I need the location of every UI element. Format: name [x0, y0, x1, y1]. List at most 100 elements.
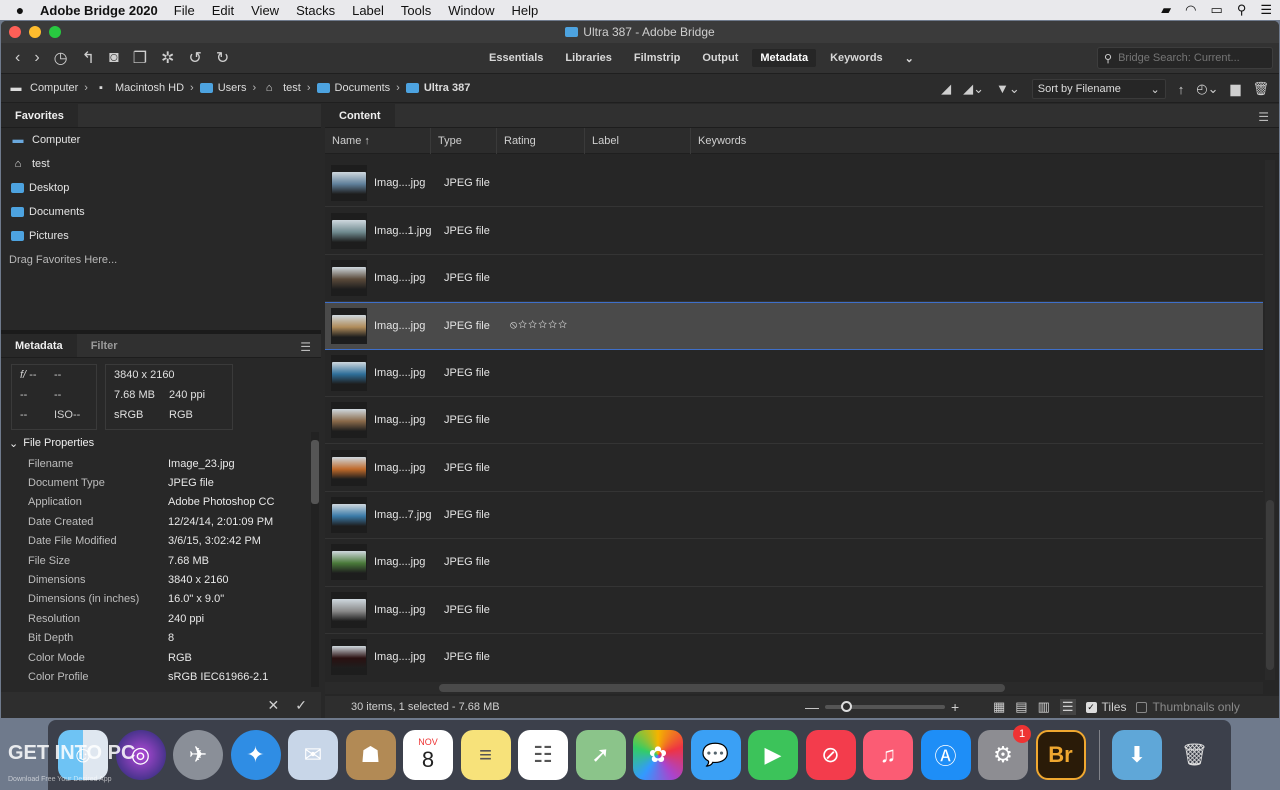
zoom-out-icon[interactable]: — [805, 699, 819, 715]
tab-metadata[interactable]: Metadata [1, 334, 77, 357]
dock-trash-icon[interactable]: 🗑 [1170, 730, 1220, 780]
menu-edit[interactable]: Edit [212, 3, 234, 18]
breadcrumb-ultra-387[interactable]: Ultra 387 [405, 82, 470, 94]
copy-icon[interactable]: ❐ [133, 48, 147, 68]
new-folder-icon[interactable]: ▆ [1230, 81, 1240, 97]
favorite-pictures[interactable]: Pictures [1, 224, 321, 248]
zoom-in-icon[interactable]: + [951, 699, 959, 715]
table-row[interactable]: Imag....jpg JPEG file [325, 160, 1263, 208]
favorite-computer[interactable]: ▬ Computer [1, 128, 321, 152]
file-properties-header[interactable]: ⌄ File Properties [1, 432, 321, 454]
thumbnail[interactable] [331, 354, 367, 391]
music-icon[interactable]: ♫ [863, 730, 913, 780]
list-view-icon[interactable]: ☰ [1059, 699, 1076, 715]
quality-menu-icon[interactable]: ◢⌄ [963, 81, 984, 97]
menu-tools[interactable]: Tools [401, 3, 431, 18]
messages-icon[interactable]: 💬 [690, 730, 741, 780]
system-preferences-icon[interactable]: ⚙ 1 [978, 725, 1031, 780]
display-icon[interactable]: ▭ [1211, 2, 1223, 18]
forward-icon[interactable]: › [34, 49, 39, 67]
camera-import-icon[interactable]: ◙ [109, 49, 119, 67]
panel-menu-icon[interactable]: ☰ [1258, 110, 1269, 124]
thumbnail[interactable] [331, 639, 367, 676]
downloads-folder-icon[interactable]: ⬇ [1112, 730, 1162, 780]
favorite-documents[interactable]: Documents [1, 200, 321, 224]
breadcrumb-documents[interactable]: Documents [316, 82, 390, 94]
workspace-metadata[interactable]: Metadata [752, 49, 817, 67]
trash-icon[interactable]: 🗑 [1252, 81, 1269, 97]
filter-icon[interactable]: ▼⌄ [996, 81, 1020, 97]
app-menu[interactable]: Adobe Bridge 2020 [40, 3, 158, 18]
details-view-icon[interactable]: ▥ [1038, 699, 1050, 715]
scrollbar-thumb[interactable] [311, 440, 319, 504]
close-window-button[interactable] [9, 26, 21, 38]
app-store-icon[interactable]: Ⓐ [920, 730, 971, 780]
adobe-bridge-icon[interactable]: Br [1035, 730, 1086, 780]
quality-icon[interactable]: ◢ [941, 81, 951, 97]
recent-icon[interactable]: ◷ [54, 48, 68, 68]
back-icon[interactable]: ‹ [15, 49, 20, 67]
facetime-icon[interactable]: ▶ [748, 730, 798, 780]
rotate-left-icon[interactable]: ↺ [188, 48, 201, 68]
apply-icon[interactable]: ✓ [295, 697, 307, 714]
launchpad-icon[interactable]: ✈ [173, 730, 223, 780]
mail-icon[interactable]: ✉ [288, 730, 338, 780]
table-row[interactable]: Imag....jpg JPEG file [325, 587, 1263, 634]
column-keywords[interactable]: Keywords [691, 128, 891, 154]
contacts-icon[interactable]: ☗ [345, 730, 396, 780]
favorite-desktop[interactable]: Desktop [1, 176, 321, 200]
metadata-scrollbar[interactable] [311, 432, 319, 687]
reminders-icon[interactable]: ☷ [518, 730, 568, 780]
control-list-icon[interactable]: ☰ [1260, 2, 1272, 18]
thumbnail[interactable] [331, 591, 367, 628]
content-horizontal-scrollbar[interactable] [325, 682, 1263, 694]
column-name[interactable]: Name ↑ [325, 127, 431, 154]
notes-icon[interactable]: ≡ [460, 730, 511, 780]
tab-filter[interactable]: Filter [77, 334, 132, 357]
maps-icon[interactable]: ➚ [575, 730, 626, 780]
breadcrumb-macintosh-hd[interactable]: ▪ Macintosh HD [94, 82, 184, 94]
search-icon[interactable]: ⚲ [1104, 52, 1112, 65]
scrollbar-thumb[interactable] [1266, 500, 1274, 670]
thumbnail[interactable] [331, 544, 367, 581]
table-row[interactable]: Imag....jpg JPEG file [325, 350, 1263, 397]
thumbnails-only-checkbox[interactable]: Thumbnails only [1136, 700, 1240, 714]
tab-favorites[interactable]: Favorites [1, 104, 78, 127]
table-row[interactable]: Imag...7.jpg JPEG file [325, 492, 1263, 540]
column-label[interactable]: Label [585, 127, 691, 154]
thumbnail[interactable] [331, 165, 367, 202]
zoom-slider-knob[interactable] [841, 701, 852, 712]
menu-label[interactable]: Label [352, 3, 384, 18]
scrollbar-thumb[interactable] [439, 684, 1005, 692]
sort-ascending-icon[interactable]: ↑ [1178, 82, 1185, 97]
search-input[interactable] [1118, 52, 1259, 64]
refine-icon[interactable]: ✲ [161, 48, 174, 68]
thumbnail[interactable] [331, 212, 367, 249]
column-type[interactable]: Type [431, 127, 497, 154]
table-row[interactable]: Imag....jpg JPEG file [325, 634, 1263, 680]
rating-stars[interactable]: ⦸☆☆☆☆☆ [510, 319, 568, 332]
workspace-libraries[interactable]: Libraries [557, 49, 619, 67]
apple-menu-icon[interactable]: ● [0, 2, 40, 18]
rotate-right-icon[interactable]: ↻ [216, 48, 229, 68]
workspace-output[interactable]: Output [694, 49, 746, 67]
zoom-slider[interactable] [825, 701, 945, 712]
return-icon[interactable]: ↰ [82, 48, 95, 68]
wifi-icon[interactable]: ◠ [1185, 2, 1196, 18]
panel-menu-icon[interactable]: ☰ [300, 340, 311, 354]
thumbnail[interactable] [331, 449, 367, 486]
workspace-more-icon[interactable]: ⌄ [897, 49, 922, 68]
grid-lock-icon[interactable]: ▦ [993, 699, 1005, 715]
table-row[interactable]: Imag...1.jpg JPEG file [325, 207, 1263, 255]
search-spotlight-icon[interactable]: ⚲ [1237, 2, 1247, 18]
safari-icon[interactable]: ✦ [230, 730, 281, 780]
tab-content[interactable]: Content [325, 104, 395, 127]
workspace-filmstrip[interactable]: Filmstrip [626, 49, 688, 67]
content-vertical-scrollbar[interactable] [1265, 160, 1275, 680]
breadcrumb-users[interactable]: Users [199, 82, 246, 94]
menu-window[interactable]: Window [448, 3, 494, 18]
menu-file[interactable]: File [174, 3, 195, 18]
minimize-window-button[interactable] [29, 26, 41, 38]
column-rating[interactable]: Rating [497, 127, 585, 154]
cancel-icon[interactable]: ✕ [268, 697, 280, 714]
